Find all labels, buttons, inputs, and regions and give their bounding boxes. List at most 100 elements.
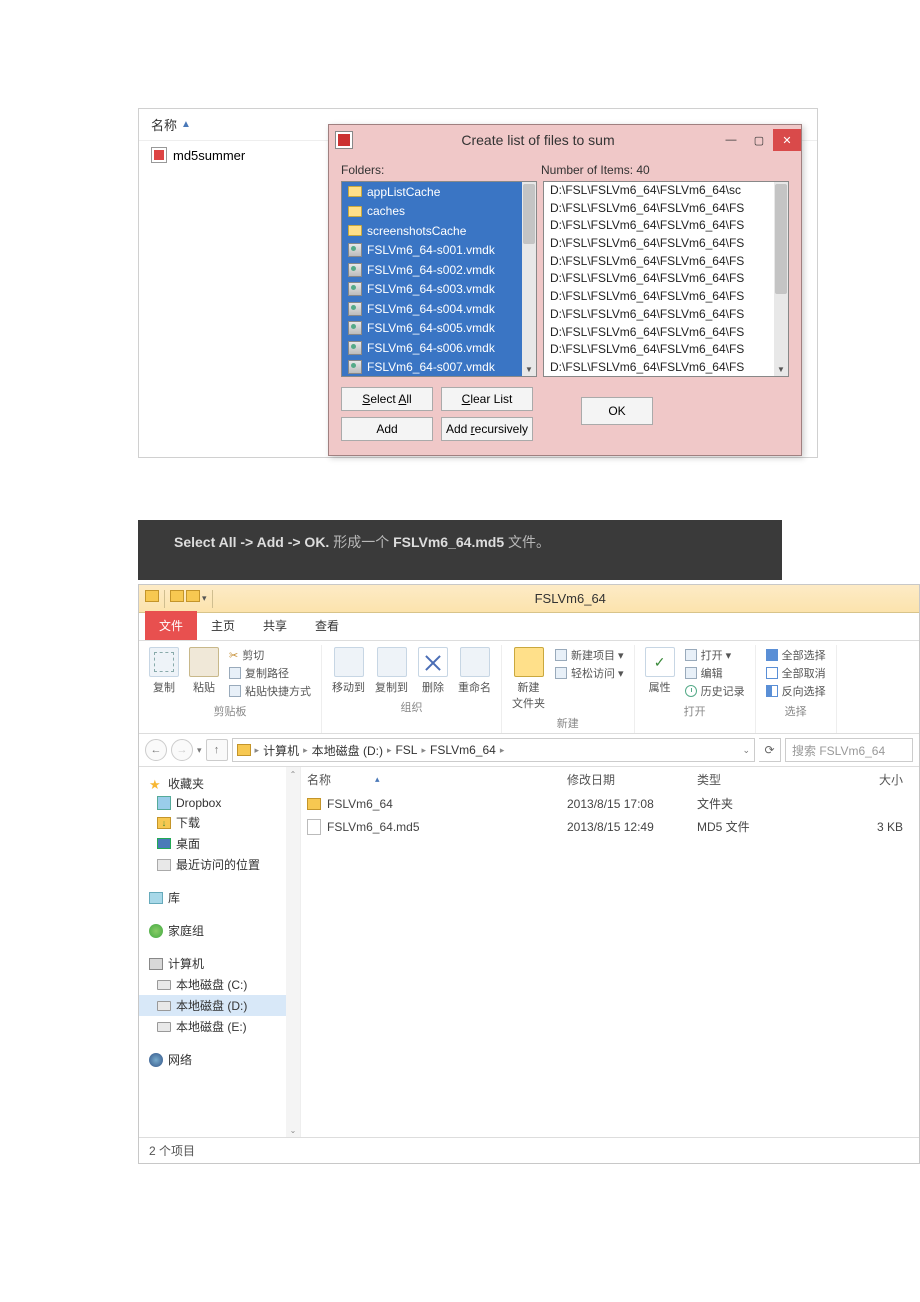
folder-list-item[interactable]: FSLVm6_64-s002.vmdk (342, 260, 536, 280)
scroll-down-icon[interactable]: ▼ (774, 362, 788, 376)
delete-button[interactable]: 删除 (418, 647, 448, 695)
folder-list-item[interactable]: screenshotsCache (342, 221, 536, 241)
path-list-item[interactable]: D:\FSL\FSLVm6_64\FSLVm6_64\FS (544, 253, 788, 271)
properties-button[interactable]: 属性 (645, 647, 675, 695)
close-button[interactable]: ✕ (773, 129, 801, 151)
path-list-item[interactable]: D:\FSL\FSLVm6_64\FSLVm6_64\FS (544, 200, 788, 218)
breadcrumb-item[interactable]: FSLVm6_64 (430, 743, 496, 757)
tab-home[interactable]: 主页 (197, 611, 249, 640)
refresh-button[interactable]: ⟳ (759, 738, 781, 762)
nav-computer[interactable]: 计算机 (139, 953, 300, 974)
scrollbar[interactable]: ▲ ▼ (522, 182, 536, 376)
paste-button[interactable]: 粘贴 (189, 647, 219, 695)
select-all-button[interactable]: Select All (341, 387, 433, 411)
navigation-tree[interactable]: ★收藏夹 Dropbox 下载 桌面 最近访问的位置 库 家庭组 计算机 本地磁… (139, 767, 301, 1137)
scroll-thumb[interactable] (523, 184, 535, 244)
path-list-item[interactable]: D:\FSL\FSLVm6_64\FSLVm6_64\FS (544, 235, 788, 253)
copy-path-button[interactable]: 复制路径 (229, 665, 311, 681)
column-header-name[interactable]: 名称 ▲ (151, 115, 191, 134)
breadcrumb-item[interactable]: FSL (395, 743, 417, 757)
nav-libraries[interactable]: 库 (139, 887, 300, 908)
nav-dropbox[interactable]: Dropbox (139, 794, 300, 812)
edit-button[interactable]: 编辑 (685, 665, 745, 681)
open-button[interactable]: 打开 ▾ (685, 647, 745, 663)
clear-list-button[interactable]: Clear List (441, 387, 533, 411)
invert-selection-button[interactable]: 反向选择 (766, 683, 826, 699)
nav-up-button[interactable]: ↑ (206, 739, 228, 761)
path-list-item[interactable]: D:\FSL\FSLVm6_64\FSLVm6_64\FS (544, 341, 788, 359)
address-bar[interactable]: ▸ 计算机 ▸ 本地磁盘 (D:) ▸ FSL ▸ FSLVm6_64 ▸ ⌄ (232, 738, 755, 762)
folder-list-item[interactable]: appListCache (342, 182, 536, 202)
select-all-button[interactable]: 全部选择 (766, 647, 826, 663)
col-type[interactable]: 类型 (697, 771, 807, 788)
nav-desktop[interactable]: 桌面 (139, 833, 300, 854)
nav-forward-button[interactable]: → (171, 739, 193, 761)
tab-view[interactable]: 查看 (301, 611, 353, 640)
path-list-item[interactable]: D:\FSL\FSLVm6_64\FSLVm6_64\FS (544, 288, 788, 306)
dialog-titlebar[interactable]: Create list of files to sum — ▢ ✕ (329, 125, 801, 155)
scrollbar[interactable]: ▲ ▼ (774, 182, 788, 376)
folder-list-item[interactable]: FSLVm6_64-s007.vmdk (342, 358, 536, 378)
folder-list-item[interactable]: FSLVm6_64-s001.vmdk (342, 241, 536, 261)
folder-list-item[interactable]: FSLVm6_64-s004.vmdk (342, 299, 536, 319)
folder-list-item[interactable]: FSLVm6_64-s006.vmdk (342, 338, 536, 358)
nav-disk-d[interactable]: 本地磁盘 (D:) (139, 995, 300, 1016)
folder-list-item[interactable]: FSLVm6_64-s005.vmdk (342, 319, 536, 339)
minimize-button[interactable]: — (717, 129, 745, 151)
nav-network[interactable]: 网络 (139, 1049, 300, 1070)
nav-recent-dropdown[interactable]: ▾ (197, 745, 202, 756)
breadcrumb-item[interactable]: 本地磁盘 (D:) (312, 742, 383, 759)
col-date[interactable]: 修改日期 (567, 771, 697, 788)
nav-recent[interactable]: 最近访问的位置 (139, 854, 300, 875)
copy-to-button[interactable]: 复制到 (375, 647, 408, 695)
chevron-right-icon[interactable]: ▸ (303, 745, 308, 756)
easy-access-button[interactable]: 轻松访问 ▾ (555, 665, 624, 681)
file-list[interactable]: 名称▴ 修改日期 类型 大小 FSLVm6_642013/8/15 17:08文… (301, 767, 919, 1137)
file-row[interactable]: FSLVm6_642013/8/15 17:08文件夹 (301, 792, 919, 815)
chevron-right-icon[interactable]: ▸ (255, 745, 260, 756)
path-list-item[interactable]: D:\FSL\FSLVm6_64\FSLVm6_64\FS (544, 306, 788, 324)
search-input[interactable]: 搜索 FSLVm6_64 (785, 738, 913, 762)
select-none-button[interactable]: 全部取消 (766, 665, 826, 681)
path-list-item[interactable]: D:\FSL\FSLVm6_64\FSLVm6_64\sc (544, 182, 788, 200)
chevron-right-icon[interactable]: ▸ (387, 745, 392, 756)
path-list-item[interactable]: D:\FSL\FSLVm6_64\FSLVm6_64\FS (544, 270, 788, 288)
chevron-right-icon[interactable]: ▸ (500, 745, 505, 756)
address-dropdown-icon[interactable]: ⌄ (742, 745, 750, 756)
cut-button[interactable]: ✂剪切 (229, 647, 311, 663)
path-list-item[interactable]: D:\FSL\FSLVm6_64\FSLVm6_64\FS (544, 324, 788, 342)
nav-homegroup[interactable]: 家庭组 (139, 920, 300, 941)
folder-icon[interactable] (170, 590, 184, 602)
qat-dropdown-icon[interactable]: ▾ (202, 590, 207, 608)
tab-share[interactable]: 共享 (249, 611, 301, 640)
copy-button[interactable]: 复制 (149, 647, 179, 695)
folder-icon[interactable] (186, 590, 200, 602)
scroll-down-icon[interactable]: ⌄ (286, 1123, 300, 1137)
col-name[interactable]: 名称▴ (307, 771, 567, 788)
new-item-button[interactable]: 新建项目 ▾ (555, 647, 624, 663)
nav-downloads[interactable]: 下载 (139, 812, 300, 833)
nav-disk-c[interactable]: 本地磁盘 (C:) (139, 974, 300, 995)
nav-scrollbar[interactable]: ⌃ ⌄ (286, 767, 300, 1137)
chevron-right-icon[interactable]: ▸ (421, 745, 426, 756)
maximize-button[interactable]: ▢ (745, 129, 773, 151)
new-folder-button[interactable]: 新建 文件夹 (512, 647, 545, 711)
explorer-titlebar[interactable]: ▾ FSLVm6_64 (139, 585, 919, 613)
scroll-up-icon[interactable]: ⌃ (286, 767, 300, 781)
scroll-thumb[interactable] (775, 184, 787, 294)
nav-disk-e[interactable]: 本地磁盘 (E:) (139, 1016, 300, 1037)
history-button[interactable]: 历史记录 (685, 683, 745, 699)
folders-listbox[interactable]: appListCachecachesscreenshotsCacheFSLVm6… (341, 181, 537, 377)
paths-listbox[interactable]: D:\FSL\FSLVm6_64\FSLVm6_64\scD:\FSL\FSLV… (543, 181, 789, 377)
path-list-item[interactable]: D:\FSL\FSLVm6_64\FSLVm6_64\FS (544, 217, 788, 235)
col-size[interactable]: 大小 (807, 771, 913, 788)
nav-favorites[interactable]: ★收藏夹 (139, 773, 300, 794)
tab-file[interactable]: 文件 (145, 611, 197, 640)
file-row[interactable]: FSLVm6_64.md52013/8/15 12:49MD5 文件3 KB (301, 815, 919, 838)
scroll-down-icon[interactable]: ▼ (522, 362, 536, 376)
move-to-button[interactable]: 移动到 (332, 647, 365, 695)
nav-back-button[interactable]: ← (145, 739, 167, 761)
path-list-item[interactable]: D:\FSL\FSLVm6_64\FSLVm6_64\FS (544, 359, 788, 377)
folder-list-item[interactable]: caches (342, 202, 536, 222)
ok-button[interactable]: OK (581, 397, 653, 425)
